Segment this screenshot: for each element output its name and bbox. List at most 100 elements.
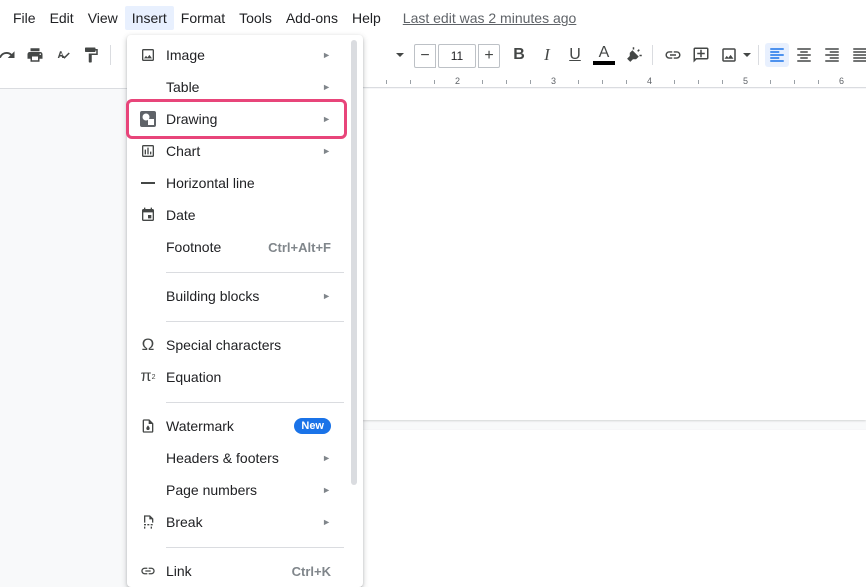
ruler: 2 3 4 5 6 — [362, 74, 866, 88]
menu-item-label: Table — [166, 79, 200, 95]
font-dropdown-arrow-icon[interactable] — [389, 44, 411, 66]
menu-item-label: Break — [166, 514, 203, 530]
text-color-label: A — [598, 44, 610, 61]
menu-item-label: Building blocks — [166, 288, 260, 304]
menu-file[interactable]: File — [6, 6, 43, 30]
text-color-button[interactable]: A — [593, 44, 615, 66]
submenu-arrow-icon: ► — [322, 485, 331, 495]
ruler-label: 3 — [551, 76, 557, 86]
ruler-tick — [722, 80, 723, 84]
menu-item-watermark[interactable]: Watermark New — [127, 410, 349, 442]
paint-format-icon[interactable] — [80, 44, 102, 66]
chart-icon — [139, 142, 157, 160]
menu-item-page-numbers[interactable]: Page numbers ► — [127, 474, 349, 506]
menu-divider — [166, 402, 344, 403]
image-dropdown-arrow-icon[interactable] — [736, 44, 758, 66]
submenu-arrow-icon: ► — [322, 82, 331, 92]
submenu-arrow-icon: ► — [322, 50, 331, 60]
menu-help[interactable]: Help — [345, 6, 388, 30]
highlight-icon[interactable] — [623, 44, 645, 66]
ruler-tick — [410, 80, 411, 84]
toolbar-divider — [758, 45, 759, 65]
omega-icon: Ω — [141, 335, 155, 354]
menu-item-label: Chart — [166, 143, 201, 159]
ruler-tick — [578, 80, 579, 84]
menu-item-label: Date — [166, 207, 196, 223]
menu-item-equation[interactable]: π2 Equation — [127, 361, 349, 393]
menu-item-label: Link — [166, 563, 192, 579]
menu-item-label: Special characters — [166, 337, 282, 353]
redo-icon[interactable] — [0, 44, 18, 66]
bold-button[interactable]: B — [508, 44, 530, 66]
menu-item-footnote[interactable]: Footnote Ctrl+Alt+F — [127, 231, 349, 263]
align-justify-icon[interactable] — [849, 44, 866, 66]
font-size-increase-button[interactable]: + — [478, 44, 500, 68]
menu-addons[interactable]: Add-ons — [279, 6, 345, 30]
toolbar-divider — [652, 45, 653, 65]
menu-divider — [166, 272, 344, 273]
menu-item-building-blocks[interactable]: Building blocks ► — [127, 280, 349, 312]
add-comment-icon[interactable] — [690, 44, 712, 66]
toolbar-divider — [110, 45, 111, 65]
menu-item-label: Horizontal line — [166, 175, 255, 191]
menu-insert[interactable]: Insert — [124, 6, 174, 30]
ruler-tick — [770, 80, 771, 84]
menu-item-label: Page numbers — [166, 482, 258, 498]
underline-button[interactable]: U — [564, 44, 586, 66]
document-page-next[interactable] — [362, 430, 866, 587]
menu-item-horizontal-line[interactable]: Horizontal line — [127, 167, 349, 199]
ruler-label: 6 — [839, 76, 845, 86]
menu-item-headers-footers[interactable]: Headers & footers ► — [127, 442, 349, 474]
menu-item-break[interactable]: Break ► — [127, 506, 349, 538]
ruler-tick — [698, 80, 699, 84]
align-right-icon[interactable] — [821, 44, 843, 66]
menu-tools[interactable]: Tools — [232, 6, 279, 30]
menu-divider — [166, 321, 344, 322]
menu-item-link[interactable]: Link Ctrl+K — [127, 555, 349, 587]
break-icon — [139, 513, 157, 531]
ruler-left-strip — [0, 74, 127, 89]
watermark-icon — [139, 417, 157, 435]
menu-item-special-characters[interactable]: Ω Special characters — [127, 329, 349, 361]
shortcut-label: Ctrl+K — [291, 563, 331, 579]
align-left-icon[interactable] — [765, 43, 789, 67]
submenu-arrow-icon: ► — [322, 453, 331, 463]
font-size-input[interactable]: 11 — [438, 44, 476, 68]
calendar-icon — [139, 206, 157, 224]
document-page[interactable] — [362, 89, 866, 420]
drawing-highlight-box — [126, 99, 347, 139]
last-edit-link[interactable]: Last edit was 2 minutes ago — [403, 10, 577, 26]
menu-item-date[interactable]: Date — [127, 199, 349, 231]
menu-view[interactable]: View — [81, 6, 125, 30]
ruler-tick — [818, 80, 819, 84]
menu-item-label: Watermark — [166, 418, 234, 434]
menu-scrollbar[interactable] — [351, 40, 357, 485]
print-icon[interactable] — [24, 44, 46, 66]
image-icon — [139, 46, 157, 64]
ruler-tick — [530, 80, 531, 84]
menu-bar: File Edit View Insert Format Tools Add-o… — [0, 0, 866, 36]
spellcheck-icon[interactable] — [52, 44, 74, 66]
menu-edit[interactable]: Edit — [43, 6, 81, 30]
italic-button[interactable]: I — [536, 44, 558, 66]
ruler-tick — [602, 80, 603, 84]
ruler-tick — [386, 80, 387, 84]
ruler-tick — [626, 80, 627, 84]
ruler-label: 2 — [455, 76, 461, 86]
submenu-arrow-icon: ► — [322, 291, 331, 301]
insert-link-icon[interactable] — [662, 44, 684, 66]
menu-item-chart[interactable]: Chart ► — [127, 135, 349, 167]
pi-icon: π2 — [140, 368, 156, 385]
submenu-arrow-icon: ► — [322, 146, 331, 156]
menu-format[interactable]: Format — [174, 6, 232, 30]
align-center-icon[interactable] — [793, 44, 815, 66]
menu-item-label: Footnote — [166, 239, 222, 255]
new-badge: New — [294, 418, 331, 434]
ruler-tick — [674, 80, 675, 84]
menu-item-label: Headers & footers — [166, 450, 279, 466]
ruler-tick — [434, 80, 435, 84]
horizontal-line-icon — [139, 174, 157, 192]
font-size-decrease-button[interactable]: − — [414, 44, 436, 68]
text-color-swatch — [593, 61, 615, 65]
menu-item-image[interactable]: Image ► — [127, 39, 349, 71]
